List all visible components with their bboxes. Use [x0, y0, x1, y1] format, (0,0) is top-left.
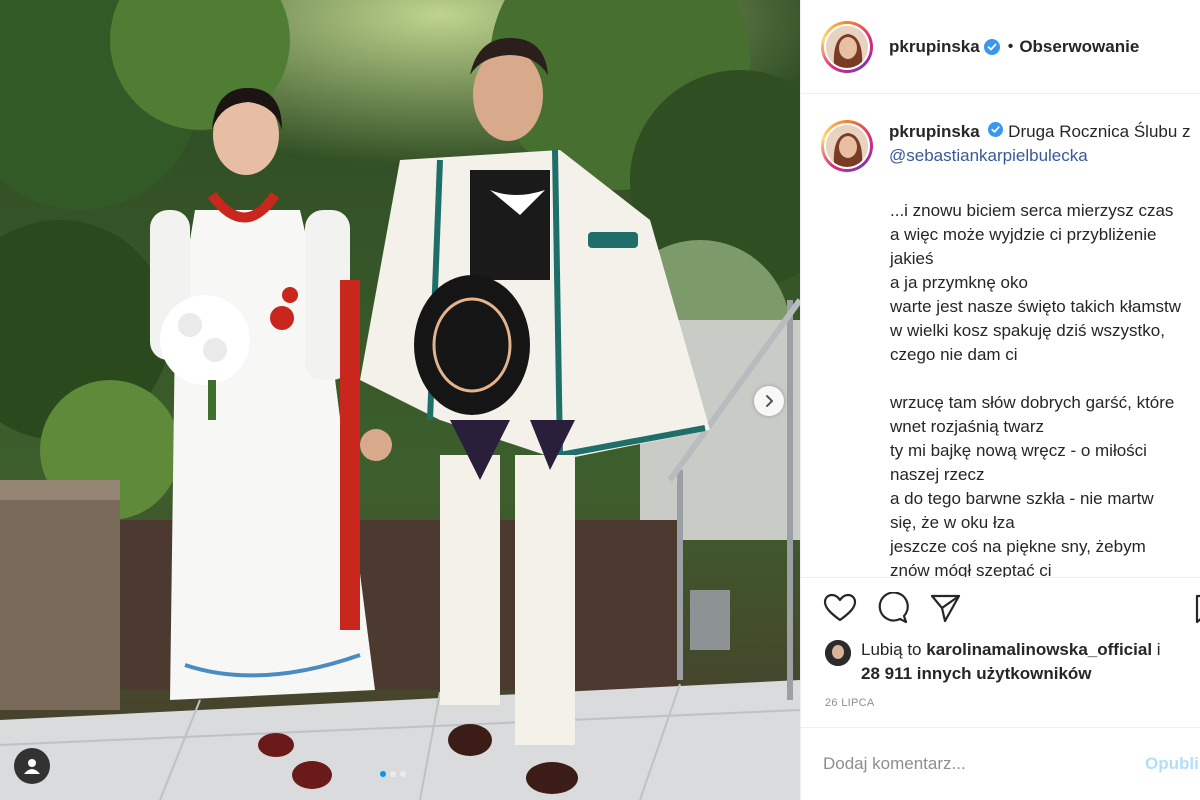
caption-poem: ...i znowu biciem serca mierzysz czas a …	[890, 199, 1200, 577]
poem-line: naszej rzecz	[890, 465, 985, 484]
avatar-portrait	[826, 125, 868, 167]
wedding-photo-illustration	[0, 0, 800, 800]
poem-line: znów mógł szeptać ci	[890, 561, 1052, 577]
post-photo[interactable]	[0, 0, 800, 800]
carousel-dot-2	[390, 771, 396, 777]
poem-line: wnet rozjaśnią twarz	[890, 417, 1045, 436]
post-sidebar: pkrupinska • Obserwowanie pkrupinska Dru…	[800, 0, 1200, 800]
likes-count[interactable]: 28 911 innych użytkowników	[861, 664, 1092, 683]
poem-line: czego nie dam ci	[890, 345, 1018, 364]
post-date[interactable]: 26 LIPCA	[825, 697, 874, 709]
comment-button[interactable]	[877, 591, 909, 624]
comment-bar: Opublikuj	[801, 727, 1200, 800]
heart-icon	[823, 593, 857, 621]
verified-badge-icon	[983, 38, 1000, 55]
carousel-dot-3	[400, 771, 406, 777]
poem-line: warte jest nasze święto takich kłamstw	[890, 297, 1181, 316]
user-tag-icon	[24, 759, 40, 774]
caption-area: pkrupinska Druga Rocznica Ślubu z @sebas…	[801, 95, 1200, 577]
poem-line: wrzucę tam słów dobrych garść, które	[890, 393, 1175, 412]
poem-line: a więc może wyjdzie ci przybliżenie	[890, 225, 1157, 244]
verified-badge-icon	[988, 122, 1004, 137]
poem-line: jakieś	[890, 249, 934, 268]
caption-intro: Druga Rocznica Ślubu z	[1008, 122, 1191, 141]
author-avatar[interactable]	[821, 20, 873, 73]
post-actions	[801, 577, 1200, 637]
avatar-portrait	[826, 25, 868, 68]
caption-header: pkrupinska Druga Rocznica Ślubu z @sebas…	[821, 120, 1200, 172]
caption-mention-link[interactable]: @sebastiankarpielbulecka	[889, 144, 1200, 168]
poem-line: ty mi bajkę nową wręcz - o miłości	[890, 441, 1147, 460]
likes-summary: Lubią to karolinamalinowska_official i 2…	[825, 638, 1200, 686]
carousel-dot-1	[380, 771, 386, 777]
caption-avatar[interactable]	[821, 120, 873, 172]
following-button[interactable]: Obserwowanie	[1019, 37, 1139, 57]
comment-input[interactable]	[823, 754, 1133, 774]
poem-line: ...i znowu biciem serca mierzysz czas	[890, 201, 1174, 220]
header-separator: •	[1007, 37, 1014, 55]
bookmark-icon	[1195, 594, 1200, 624]
caption-username[interactable]: pkrupinska	[889, 122, 980, 141]
comment-icon	[878, 591, 909, 623]
carousel-indicator	[380, 771, 406, 777]
liker-username[interactable]: karolinamalinowska_official	[926, 640, 1152, 659]
liker-avatar[interactable]	[825, 640, 851, 666]
poem-line	[890, 367, 1200, 391]
poem-line: a do tego barwne szkła - nie martw	[890, 489, 1154, 508]
save-button[interactable]	[1195, 594, 1200, 629]
post-header: pkrupinska • Obserwowanie	[801, 0, 1200, 94]
poem-line: a ja przymknę oko	[890, 273, 1028, 292]
publish-comment-button[interactable]: Opublikuj	[1145, 754, 1200, 774]
poem-line: jeszcze coś na piękne sny, żebym	[890, 537, 1146, 556]
likes-and: i	[1156, 640, 1161, 659]
author-username[interactable]: pkrupinska	[889, 37, 980, 57]
poem-line: w wielki kosz spakuję dziś wszystko,	[890, 321, 1165, 340]
like-button[interactable]	[823, 593, 857, 623]
share-icon	[930, 594, 961, 622]
share-button[interactable]	[929, 592, 961, 624]
poem-line: się, że w oku łza	[890, 513, 1015, 532]
chevron-right-icon	[766, 395, 773, 407]
next-slide-button[interactable]	[754, 386, 784, 416]
likes-prefix: Lubią to	[861, 640, 922, 659]
tagged-users-button[interactable]	[14, 748, 50, 784]
